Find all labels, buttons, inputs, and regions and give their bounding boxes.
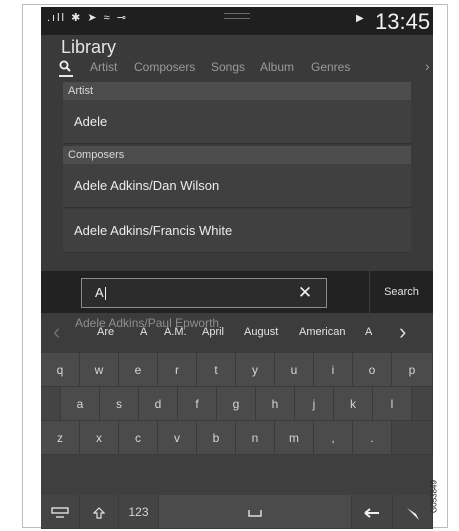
- space-icon: [248, 509, 262, 517]
- key-g[interactable]: g: [217, 387, 256, 421]
- device-screen: .ıll ✱ ➤ ≈ ⊸ ▶ 13:45 Library Artist Comp…: [41, 7, 433, 529]
- shift-icon: [92, 506, 106, 519]
- clock: 13:45: [375, 9, 431, 34]
- key-c[interactable]: c: [119, 421, 158, 455]
- key-j[interactable]: j: [295, 387, 334, 421]
- figure-code-label: G053849: [429, 480, 439, 513]
- search-bar: A ✕ Search: [41, 271, 433, 313]
- tab-songs[interactable]: Songs: [211, 60, 245, 74]
- key-spacer-right: [412, 387, 433, 421]
- key-period[interactable]: .: [353, 421, 392, 455]
- location-icon: ➤: [87, 12, 99, 24]
- numbers-key[interactable]: 123: [119, 495, 159, 529]
- suggestion-strip: Adele Adkins/Paul Epworth ‹ Are A A.M. A…: [41, 313, 433, 353]
- page-title: Library: [61, 37, 117, 57]
- key-n[interactable]: n: [236, 421, 275, 455]
- key-o[interactable]: o: [353, 353, 392, 387]
- suggestion[interactable]: A.M.: [164, 326, 187, 338]
- active-tab-indicator: [59, 75, 73, 77]
- list-item[interactable]: Adele: [63, 100, 411, 144]
- pull-down-handle[interactable]: [224, 13, 250, 19]
- section-header-composers: Composers: [63, 146, 411, 164]
- key-x[interactable]: x: [80, 421, 119, 455]
- hide-keyboard-button[interactable]: [41, 495, 80, 529]
- key-y[interactable]: y: [236, 353, 275, 387]
- list-item[interactable]: Adele Adkins/Francis White: [63, 209, 411, 253]
- clear-button[interactable]: ✕: [291, 280, 319, 306]
- bluetooth-icon: ✱: [71, 12, 83, 24]
- key-t[interactable]: t: [197, 353, 236, 387]
- hide-keyboard-icon: [51, 507, 69, 518]
- key-v[interactable]: v: [158, 421, 197, 455]
- search-button[interactable]: Search: [369, 271, 433, 313]
- search-results: Artist Adele Composers Adele Adkins/Dan …: [63, 82, 411, 272]
- signal-icon: .ıll: [47, 12, 66, 24]
- play-icon: ▶: [356, 13, 364, 24]
- search-input-value: A: [95, 285, 104, 300]
- shift-key[interactable]: [80, 495, 119, 529]
- key-h[interactable]: h: [256, 387, 295, 421]
- list-item[interactable]: Adele Adkins/Dan Wilson: [63, 164, 411, 208]
- suggestion[interactable]: Are: [97, 326, 114, 338]
- handwriting-key[interactable]: [393, 495, 433, 529]
- key-s[interactable]: s: [100, 387, 139, 421]
- suggestion[interactable]: A: [365, 326, 372, 338]
- tab-genres[interactable]: Genres: [311, 60, 350, 74]
- key-e[interactable]: e: [119, 353, 158, 387]
- tab-album[interactable]: Album: [260, 60, 294, 74]
- key-z[interactable]: z: [41, 421, 80, 455]
- suggestion[interactable]: August: [244, 326, 278, 338]
- key-b[interactable]: b: [197, 421, 236, 455]
- key-d[interactable]: d: [139, 387, 178, 421]
- chevron-right-icon[interactable]: ›: [425, 58, 430, 74]
- chevron-right-icon[interactable]: ›: [399, 319, 406, 345]
- status-bar: .ıll ✱ ➤ ≈ ⊸ ▶ 13:45: [41, 7, 433, 35]
- key-f[interactable]: f: [178, 387, 217, 421]
- key-p[interactable]: p: [392, 353, 433, 387]
- key-spacer-left: [41, 387, 61, 421]
- figure-code: G053849: [428, 475, 440, 521]
- handwriting-icon: [406, 507, 419, 520]
- backspace-key[interactable]: [352, 495, 393, 529]
- backspace-icon: [364, 508, 379, 518]
- space-key[interactable]: [159, 495, 352, 529]
- suggestion[interactable]: April: [202, 326, 224, 338]
- suggestion[interactable]: American: [299, 326, 345, 338]
- section-header-artist: Artist: [63, 82, 411, 100]
- key-r[interactable]: r: [158, 353, 197, 387]
- key-q[interactable]: q: [41, 353, 80, 387]
- key-comma[interactable]: ,: [314, 421, 353, 455]
- suggestion[interactable]: A: [140, 326, 147, 338]
- key-i[interactable]: i: [314, 353, 353, 387]
- chevron-left-icon[interactable]: ‹: [53, 319, 60, 345]
- key-l[interactable]: l: [373, 387, 412, 421]
- wifi-icon: ≈: [103, 12, 112, 24]
- library-tabs: Artist Composers Songs Album Genres ›: [59, 58, 433, 78]
- key-blank: [392, 421, 433, 455]
- key-m[interactable]: m: [275, 421, 314, 455]
- key-a[interactable]: a: [61, 387, 100, 421]
- key-k[interactable]: k: [334, 387, 373, 421]
- status-icons: .ıll ✱ ➤ ≈ ⊸: [47, 11, 128, 24]
- usb-icon: ⊸: [116, 12, 128, 24]
- tab-artist[interactable]: Artist: [90, 60, 117, 74]
- key-w[interactable]: w: [80, 353, 119, 387]
- tab-composers[interactable]: Composers: [134, 60, 195, 74]
- key-u[interactable]: u: [275, 353, 314, 387]
- search-icon[interactable]: [59, 60, 73, 74]
- text-caret: [104, 287, 106, 301]
- keyboard: q w e r t y u i o p a s d f g h j k l z …: [41, 353, 433, 529]
